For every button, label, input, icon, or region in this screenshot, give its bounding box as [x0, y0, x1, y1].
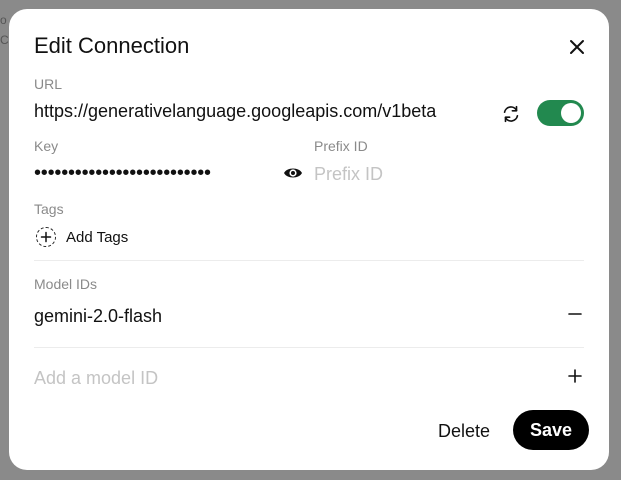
- add-model-id-input[interactable]: [34, 366, 524, 390]
- url-value[interactable]: https://generativelanguage.googleapis.co…: [34, 101, 436, 122]
- edit-connection-dialog: Edit Connection URL https://generativela…: [9, 9, 609, 470]
- key-label: Key: [34, 138, 59, 154]
- show-key-button[interactable]: [283, 165, 303, 181]
- remove-model-button[interactable]: [567, 306, 583, 322]
- delete-button[interactable]: Delete: [424, 413, 504, 449]
- save-button[interactable]: Save: [513, 410, 589, 450]
- plus-icon: [568, 369, 582, 383]
- add-tags-button[interactable]: Add Tags: [36, 226, 128, 248]
- close-icon: [570, 40, 584, 54]
- model-id-item: gemini-2.0-flash: [34, 306, 163, 326]
- tags-label: Tags: [34, 201, 64, 217]
- enable-toggle[interactable]: [537, 100, 584, 126]
- background-fragment: o: [0, 13, 7, 27]
- plus-circle-icon: [36, 227, 56, 247]
- refresh-button[interactable]: [500, 103, 522, 125]
- model-ids-label: Model IDs: [34, 276, 98, 292]
- prefix-id-label: Prefix ID: [314, 138, 368, 154]
- toggle-knob: [561, 103, 581, 123]
- close-button[interactable]: [565, 35, 589, 59]
- refresh-icon: [503, 105, 519, 123]
- dialog-title: Edit Connection: [34, 33, 190, 58]
- eye-icon: [284, 168, 302, 178]
- add-tags-label: Add Tags: [66, 228, 129, 246]
- divider: [34, 260, 584, 261]
- background-text: o C: [0, 10, 9, 50]
- divider: [34, 347, 584, 348]
- key-field[interactable]: ••••••••••••••••••••••••••: [34, 162, 211, 185]
- minus-icon: [568, 313, 582, 315]
- add-model-button[interactable]: [567, 368, 583, 384]
- prefix-id-input[interactable]: [314, 162, 574, 186]
- url-label: URL: [34, 76, 63, 92]
- background-fragment: C: [0, 33, 9, 47]
